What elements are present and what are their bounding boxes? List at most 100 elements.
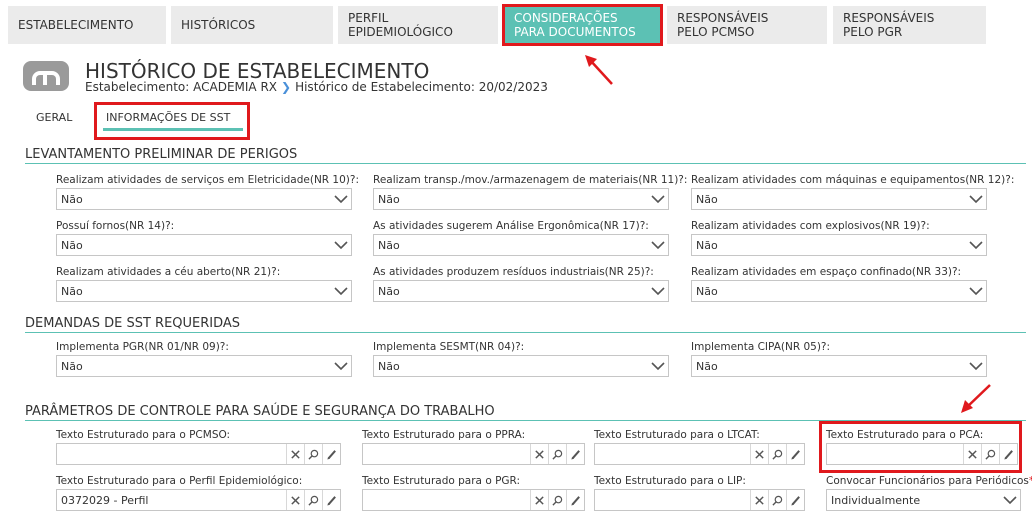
select-dropdown[interactable]: Não	[691, 355, 987, 377]
chevron-down-icon	[331, 356, 351, 376]
tab-responsaveis-pgr[interactable]: RESPONSÁVEIS PELO PGR	[833, 6, 986, 44]
clear-icon[interactable]	[286, 444, 304, 464]
clear-icon[interactable]	[286, 490, 304, 510]
lookup-input[interactable]	[826, 443, 1018, 465]
select-value: Não	[378, 192, 400, 206]
select-value: Não	[696, 238, 718, 252]
select-dropdown[interactable]: Não	[373, 188, 669, 210]
clear-icon[interactable]	[750, 444, 768, 464]
select-dropdown[interactable]: Não	[691, 234, 987, 256]
search-icon[interactable]	[768, 490, 786, 510]
field-label: Texto Estruturado para o PGR:	[362, 475, 521, 487]
field-label: As atividades produzem resíduos industri…	[373, 266, 654, 278]
tab-label: PERFIL EPIDEMIOLÓGICO	[348, 11, 453, 39]
search-icon[interactable]	[768, 444, 786, 464]
select-value: Não	[61, 238, 83, 252]
tab-label: HISTÓRICOS	[181, 18, 256, 32]
search-icon[interactable]	[548, 444, 566, 464]
select-value: Não	[696, 359, 718, 373]
select-dropdown[interactable]: Não	[691, 188, 987, 210]
field-label: Implementa PGR(NR 01/NR 09)?:	[56, 341, 229, 353]
section-title-demandas: DEMANDAS DE SST REQUERIDAS	[25, 316, 241, 331]
field-label: Implementa CIPA(NR 05)?:	[691, 341, 831, 353]
lookup-input[interactable]	[362, 489, 585, 511]
lookup-input[interactable]: 0372029 - Perfil	[56, 489, 341, 511]
chevron-down-icon	[966, 189, 986, 209]
chevron-down-icon	[331, 189, 351, 209]
select-dropdown[interactable]: Não	[56, 234, 352, 256]
search-icon[interactable]	[304, 490, 322, 510]
subtab-geral[interactable]: GERAL	[36, 111, 72, 124]
select-dropdown[interactable]: Não	[56, 355, 352, 377]
select-value: Não	[61, 359, 83, 373]
tab-label: RESPONSÁVEIS PELO PGR	[843, 11, 935, 39]
section-divider	[25, 332, 1026, 333]
select-value: Não	[378, 238, 400, 252]
lookup-input[interactable]	[56, 443, 341, 465]
tab-perfil-epidemiologico[interactable]: PERFIL EPIDEMIOLÓGICO	[338, 6, 498, 44]
select-dropdown[interactable]: Não	[373, 355, 669, 377]
select-dropdown[interactable]: Não	[691, 280, 987, 302]
breadcrumb-historico: Histórico de Estabelecimento: 20/02/2023	[295, 80, 548, 94]
field-label: Implementa SESMT(NR 04)?:	[373, 341, 525, 353]
field-label: As atividades sugerem Análise Ergonômica…	[373, 220, 649, 232]
pencil-icon[interactable]	[322, 444, 340, 464]
select-dropdown[interactable]: Não	[373, 234, 669, 256]
field-label: Realizam atividades com máquinas e equip…	[691, 174, 1015, 186]
chevron-down-icon	[648, 356, 668, 376]
input-value: 0372029 - Perfil	[61, 493, 149, 507]
section-divider	[25, 163, 1026, 164]
chevron-down-icon	[966, 235, 986, 255]
lookup-input[interactable]	[362, 443, 585, 465]
tab-highlight-box	[502, 4, 663, 46]
arrow-icon	[585, 55, 613, 85]
convocar-select[interactable]: Individualmente	[826, 489, 1021, 511]
chevron-down-icon	[331, 281, 351, 301]
field-label: Texto Estruturado para o Perfil Epidemio…	[56, 475, 303, 487]
breadcrumb-estabelecimento[interactable]: Estabelecimento: ACADEMIA RX	[85, 80, 277, 94]
arrow-icon	[961, 384, 991, 413]
search-icon[interactable]	[548, 490, 566, 510]
tab-responsaveis-pcmso[interactable]: RESPONSÁVEIS PELO PCMSO	[667, 6, 827, 44]
chevron-down-icon	[331, 235, 351, 255]
app-logo	[23, 61, 69, 91]
clear-icon[interactable]	[963, 444, 981, 464]
pencil-icon[interactable]	[566, 444, 584, 464]
select-value: Não	[378, 359, 400, 373]
select-value: Não	[61, 284, 83, 298]
section-title-parametros: PARÂMETROS DE CONTROLE PARA SAÚDE E SEGU…	[25, 404, 495, 419]
tab-historicos[interactable]: HISTÓRICOS	[171, 6, 333, 44]
tab-label: ESTABELECIMENTO	[18, 18, 134, 32]
chevron-right-icon: ❯	[281, 80, 292, 94]
clear-icon[interactable]	[530, 490, 548, 510]
pencil-icon[interactable]	[786, 490, 804, 510]
select-dropdown[interactable]: Não	[56, 188, 352, 210]
tab-label: RESPONSÁVEIS PELO PCMSO	[677, 11, 769, 39]
lookup-input[interactable]	[594, 489, 805, 511]
field-label: Texto Estruturado para o PCA:	[826, 429, 984, 441]
field-label: Realizam atividades com explosivos(NR 19…	[691, 220, 930, 232]
pencil-icon[interactable]	[566, 490, 584, 510]
pencil-icon[interactable]	[786, 444, 804, 464]
label-text: Convocar Funcionários para Periódicos	[826, 475, 1029, 487]
select-dropdown[interactable]: Não	[56, 280, 352, 302]
field-label: Texto Estruturado para o PCMSO:	[56, 429, 231, 441]
pencil-icon[interactable]	[999, 444, 1017, 464]
clear-icon[interactable]	[530, 444, 548, 464]
chevron-down-icon	[648, 235, 668, 255]
field-label: Realizam atividades em espaço confinado(…	[691, 266, 962, 278]
search-icon[interactable]	[981, 444, 999, 464]
select-dropdown[interactable]: Não	[373, 280, 669, 302]
search-icon[interactable]	[304, 444, 322, 464]
tab-estabelecimento[interactable]: ESTABELECIMENTO	[8, 6, 166, 44]
chevron-down-icon	[648, 281, 668, 301]
lookup-input[interactable]	[594, 443, 805, 465]
clear-icon[interactable]	[750, 490, 768, 510]
pencil-icon[interactable]	[322, 490, 340, 510]
field-label: Texto Estruturado para o PPRA:	[362, 429, 526, 441]
select-value: Não	[61, 192, 83, 206]
field-label-convocar: Convocar Funcionários para Periódicos*:	[826, 475, 1032, 487]
chevron-down-icon	[648, 189, 668, 209]
field-label: Realizam atividades a céu aberto(NR 21)?…	[56, 266, 281, 278]
field-label: Possuí fornos(NR 14)?:	[56, 220, 175, 232]
